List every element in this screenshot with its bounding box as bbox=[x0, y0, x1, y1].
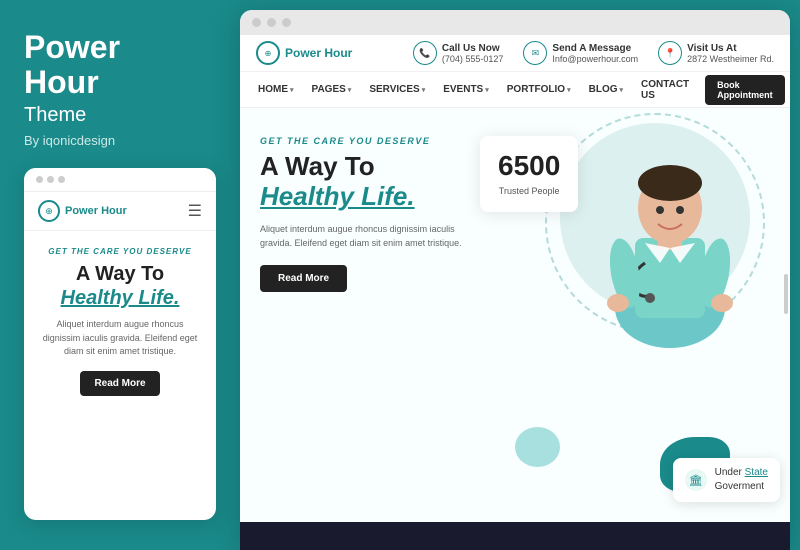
mobile-logo-icon: ⊕ bbox=[38, 200, 60, 222]
email-icon: ✉ bbox=[523, 41, 547, 65]
government-icon: 🏛 bbox=[685, 469, 707, 491]
contact-phone: 📞 Call Us Now (704) 555-0127 bbox=[413, 41, 504, 65]
nav-contact[interactable]: CONTACT US bbox=[639, 79, 691, 101]
browser-dot-3 bbox=[282, 18, 291, 27]
scrollbar-thumb[interactable] bbox=[784, 274, 788, 314]
mobile-card-header bbox=[24, 168, 216, 192]
nav-home[interactable]: HOME ▾ bbox=[256, 84, 296, 95]
under-state-card: 🏛 Under State Goverment bbox=[673, 458, 780, 502]
under-state-text: Under State Goverment bbox=[715, 466, 768, 494]
mobile-logo-text: Power Hour bbox=[65, 205, 127, 217]
hamburger-icon[interactable]: ☰ bbox=[188, 201, 202, 221]
site-wrapper: ⊕ Power Hour 📞 Call Us Now (704) 555-012… bbox=[240, 35, 790, 550]
stats-label: Trusted People bbox=[498, 185, 560, 198]
mobile-content: GET THE CARE YOU DESERVE A Way To Health… bbox=[24, 231, 216, 520]
nav-pages[interactable]: PAGES ▾ bbox=[310, 84, 354, 95]
nav-portfolio[interactable]: PORTFOLIO ▾ bbox=[505, 84, 573, 95]
contact-address: 📍 Visit Us At 2872 Westheimer Rd. bbox=[658, 41, 774, 65]
mobile-dots bbox=[36, 176, 65, 183]
browser-window: ⊕ Power Hour 📞 Call Us Now (704) 555-012… bbox=[240, 10, 790, 550]
mobile-read-more-button[interactable]: Read More bbox=[80, 371, 160, 396]
nav-services[interactable]: SERVICES ▾ bbox=[367, 84, 427, 95]
stats-number: 6500 bbox=[498, 150, 560, 182]
hero-read-more-button[interactable]: Read More bbox=[260, 265, 347, 292]
brand-subtitle: Theme bbox=[24, 104, 216, 127]
site-logo: ⊕ Power Hour bbox=[256, 41, 352, 65]
nav-events[interactable]: EVENTS ▾ bbox=[441, 84, 491, 95]
mobile-dot-2 bbox=[47, 176, 54, 183]
doctor-illustration bbox=[570, 108, 770, 348]
browser-dot-1 bbox=[252, 18, 261, 27]
site-logo-text: Power Hour bbox=[285, 46, 352, 60]
browser-dot-2 bbox=[267, 18, 276, 27]
nav-blog[interactable]: BLOG ▾ bbox=[587, 84, 625, 95]
footer-strip bbox=[240, 522, 790, 550]
mobile-desc: Aliquet interdum augue rhoncus dignissim… bbox=[38, 318, 202, 359]
mobile-heading: A Way To Healthy Life. bbox=[38, 262, 202, 310]
browser-bar bbox=[240, 10, 790, 35]
mobile-logo-area: ⊕ Power Hour bbox=[38, 200, 127, 222]
mobile-nav: ⊕ Power Hour ☰ bbox=[24, 192, 216, 231]
site-logo-icon: ⊕ bbox=[256, 41, 280, 65]
brand-title: Power Hour bbox=[24, 30, 216, 100]
topbar: ⊕ Power Hour 📞 Call Us Now (704) 555-012… bbox=[240, 35, 790, 72]
contact-email: ✉ Send A Message Info@powerhour.com bbox=[523, 41, 638, 65]
phone-icon: 📞 bbox=[413, 41, 437, 65]
location-icon: 📍 bbox=[658, 41, 682, 65]
brand-by: By iqonicdesign bbox=[24, 133, 216, 148]
book-appointment-button[interactable]: Book Appointment bbox=[705, 75, 784, 105]
left-panel: Power Hour Theme By iqonicdesign ⊕ Power… bbox=[0, 0, 240, 550]
hero-description: Aliquet interdum augue rhoncus dignissim… bbox=[260, 222, 480, 251]
mobile-dot-3 bbox=[58, 176, 65, 183]
mobile-tag: GET THE CARE YOU DESERVE bbox=[38, 247, 202, 256]
navbar: HOME ▾ PAGES ▾ SERVICES ▾ EVENTS ▾ PORTF… bbox=[240, 72, 790, 108]
mobile-dot-1 bbox=[36, 176, 43, 183]
stats-card: 6500 Trusted People bbox=[480, 136, 578, 212]
hero-section: GET THE CARE YOU DESERVE A Way To Health… bbox=[240, 108, 790, 522]
mobile-preview-card: ⊕ Power Hour ☰ GET THE CARE YOU DESERVE … bbox=[24, 168, 216, 520]
